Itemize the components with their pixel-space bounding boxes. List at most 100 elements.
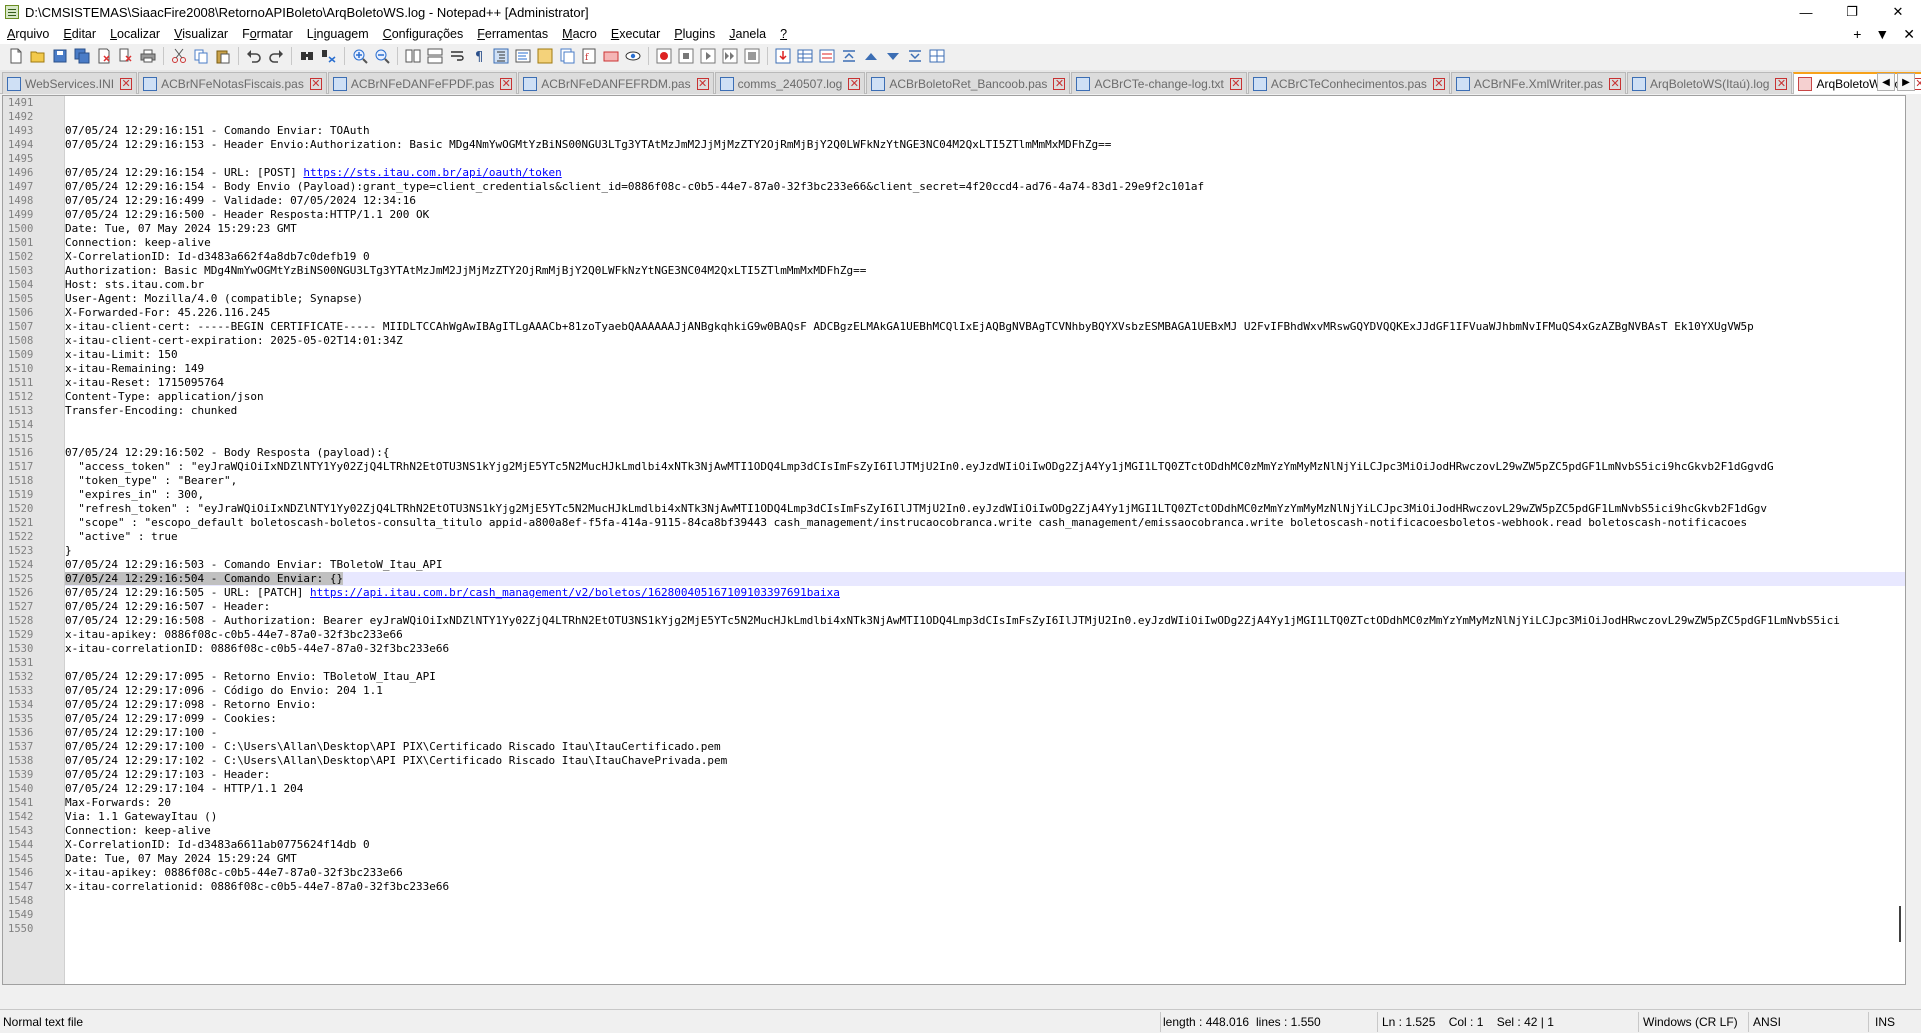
url-link[interactable]: https://api.itau.com.br/cash_management/… [310,586,840,599]
document-map-icon[interactable] [535,46,555,66]
text-line[interactable]: Host: sts.itau.com.br [65,278,1905,292]
menu-item-plugins[interactable]: Plugins [667,27,722,41]
text-line[interactable]: x-itau-client-cert-expiration: 2025-05-0… [65,334,1905,348]
menu-item-executar[interactable]: Executar [604,27,667,41]
text-line[interactable]: X-CorrelationID: Id-d3483a662f4a8db7c0de… [65,250,1905,264]
text-line[interactable]: "expires_in" : 300, [65,488,1905,502]
show-all-characters-icon[interactable]: ¶ [469,46,489,66]
tab-acbrnfe-xmlwriter-pas[interactable]: ACBrNFe.XmlWriter.pas ✕ [1450,72,1627,94]
selected-text[interactable]: 07/05/24 12:29:16:504 - Comando Enviar: … [65,572,344,585]
text-line[interactable] [65,922,1905,936]
tab-close-icon[interactable]: ✕ [500,77,513,90]
text-line[interactable]: Content-Type: application/json [65,390,1905,404]
text-line[interactable]: x-itau-Limit: 150 [65,348,1905,362]
collapse-icon[interactable] [839,46,859,66]
status-position[interactable]: Ln : 1.525 Col : 1 Sel : 42 | 1 [1382,1015,1554,1029]
close-document-icon[interactable]: ✕ [1903,26,1915,43]
text-line[interactable]: 07/05/24 12:29:16:500 - Header Resposta:… [65,208,1905,222]
text-line[interactable]: Connection: keep-alive [65,824,1905,838]
compare-icon[interactable] [817,46,837,66]
maximize-button[interactable]: ❐ [1829,0,1875,24]
save-macro-icon[interactable] [742,46,762,66]
record-macro-icon[interactable] [654,46,674,66]
tab-close-icon[interactable]: ✕ [120,77,133,90]
tab-arqboletows-ita-log[interactable]: ArqBoletoWS(Itaú).log ✕ [1627,72,1793,94]
text-line[interactable]: x-itau-apikey: 0886f08c-c0b5-44e7-87a0-3… [65,628,1905,642]
menu-item-macro[interactable]: Macro [555,27,604,41]
editor-pane[interactable]: 1491 1492 1493 1494 1495 1496 1497 1498 1499 1500… [2,95,1906,985]
text-line[interactable]: Date: Tue, 07 May 2024 15:29:23 GMT [65,222,1905,236]
save-all-icon[interactable] [72,46,92,66]
tab-prev-icon[interactable]: ◀ [1877,73,1895,91]
text-line[interactable] [65,110,1905,124]
text-line[interactable]: } [65,544,1905,558]
menu-item-[interactable]: ? [773,27,794,41]
text-line[interactable]: Max-Forwards: 20 [65,796,1905,810]
indent-guide-icon[interactable] [491,46,511,66]
text-line[interactable] [65,432,1905,446]
text-line[interactable]: Via: 1.1 GatewayItau () [65,810,1905,824]
text-line[interactable]: x-itau-client-cert: -----BEGIN CERTIFICA… [65,320,1905,334]
text-line[interactable]: 07/05/24 12:29:17:100 - C:\Users\Allan\D… [65,740,1905,754]
text-line[interactable]: 07/05/24 12:29:17:095 - Retorno Envio: T… [65,670,1905,684]
text-line[interactable]: 07/05/24 12:29:16:154 - URL: [POST] http… [65,166,1905,180]
tab-close-icon[interactable]: ✕ [696,77,709,90]
text-line[interactable] [65,96,1905,110]
save-icon[interactable] [50,46,70,66]
text-line[interactable]: 07/05/24 12:29:16:151 - Comando Enviar: … [65,124,1905,138]
text-line[interactable] [65,656,1905,670]
text-line[interactable]: x-itau-apikey: 0886f08c-c0b5-44e7-87a0-3… [65,866,1905,880]
text-line[interactable]: "access_token" : "eyJraWQiOiIxNDZlNTY1Yy… [65,460,1905,474]
text-line[interactable]: User-Agent: Mozilla/4.0 (compatible; Syn… [65,292,1905,306]
text-line[interactable]: 07/05/24 12:29:16:499 - Validade: 07/05/… [65,194,1905,208]
tab-close-icon[interactable]: ✕ [1229,77,1242,90]
close-window-button[interactable]: ✕ [1875,0,1921,24]
move-down-icon[interactable] [883,46,903,66]
tab-close-icon[interactable]: ✕ [1775,77,1788,90]
find-icon[interactable] [297,46,317,66]
text-line[interactable]: 07/05/24 12:29:16:502 - Body Resposta (p… [65,446,1905,460]
text-line[interactable]: 07/05/24 12:29:16:154 - Body Envio (Payl… [65,180,1905,194]
tab-close-icon[interactable]: ✕ [1432,77,1445,90]
text-line[interactable] [65,894,1905,908]
tab-webservices-ini[interactable]: WebServices.INI ✕ [2,72,138,94]
menu-item-ferramentas[interactable]: Ferramentas [470,27,555,41]
status-eol[interactable]: Windows (CR LF) [1643,1015,1738,1029]
tab-close-icon[interactable]: ✕ [848,77,861,90]
new-tab-plus-icon[interactable]: + [1853,26,1861,42]
url-link[interactable]: https://sts.itau.com.br/api/oauth/token [303,166,561,179]
copy-icon[interactable] [191,46,211,66]
text-line[interactable]: 07/05/24 12:29:16:153 - Header Envio:Aut… [65,138,1905,152]
undo-icon[interactable] [244,46,264,66]
current-line[interactable]: 07/05/24 12:29:16:504 - Comando Enviar: … [65,572,1905,586]
udl-icon[interactable] [513,46,533,66]
text-line[interactable]: 07/05/24 12:29:17:103 - Header: [65,768,1905,782]
text-line[interactable]: 07/05/24 12:29:17:100 - [65,726,1905,740]
text-line[interactable]: 07/05/24 12:29:17:098 - Retorno Envio: [65,698,1905,712]
go-to-line-icon[interactable] [773,46,793,66]
tab-list-dropdown-icon[interactable]: ▼ [1875,26,1889,42]
tab-next-icon[interactable]: ▶ [1897,73,1915,91]
word-wrap-icon[interactable] [447,46,467,66]
text-line[interactable]: Date: Tue, 07 May 2024 15:29:24 GMT [65,852,1905,866]
text-line[interactable]: 07/05/24 12:29:17:104 - HTTP/1.1 204 [65,782,1905,796]
tab-acbrnfedanfefrdm-pas[interactable]: ACBrNFeDANFEFRDM.pas ✕ [518,72,714,94]
menu-item-editar[interactable]: Editar [56,27,103,41]
text-line[interactable]: X-CorrelationID: Id-d3483a6611ab0775624f… [65,838,1905,852]
text-line[interactable]: x-itau-correlationid: 0886f08c-c0b5-44e7… [65,880,1905,894]
menu-item-linguagem[interactable]: Linguagem [300,27,376,41]
menu-item-visualizar[interactable]: Visualizar [167,27,235,41]
stop-recording-icon[interactable] [676,46,696,66]
text-line[interactable]: 07/05/24 12:29:17:099 - Cookies: [65,712,1905,726]
menu-item-formatar[interactable]: Formatar [235,27,300,41]
move-up-icon[interactable] [861,46,881,66]
document-list-icon[interactable] [557,46,577,66]
tab-acbrboletoret-bancoob-pas[interactable]: ACBrBoletoRet_Bancoob.pas ✕ [866,72,1071,94]
play-macro-icon[interactable] [698,46,718,66]
text-line[interactable]: "active" : true [65,530,1905,544]
print-icon[interactable] [138,46,158,66]
text-line[interactable] [65,908,1905,922]
text-line[interactable]: 07/05/24 12:29:17:102 - C:\Users\Allan\D… [65,754,1905,768]
text-line[interactable]: 07/05/24 12:29:16:505 - URL: [PATCH] htt… [65,586,1905,600]
line-number-gutter[interactable]: 1491 1492 1493 1494 1495 1496 1497 1498 1499 1500… [3,96,65,984]
